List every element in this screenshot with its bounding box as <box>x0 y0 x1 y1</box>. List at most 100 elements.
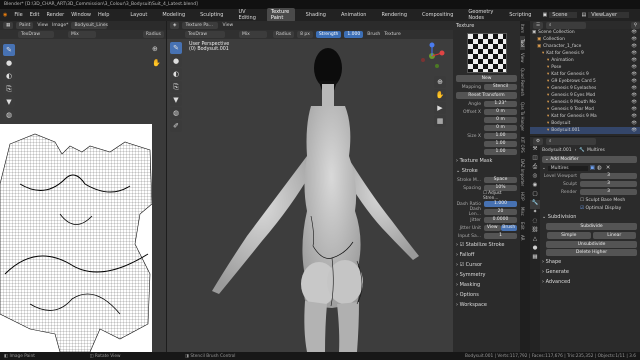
vp-mask-tool-icon[interactable]: ◍ <box>170 107 182 119</box>
constraints-props-icon[interactable]: ⛓ <box>530 227 540 236</box>
falloff-panel[interactable]: › Falloff <box>453 250 520 260</box>
zoom-icon[interactable]: ⊕ <box>152 45 158 53</box>
hand-icon[interactable]: ✋ <box>152 59 161 67</box>
draw-tool-icon[interactable]: ✎ <box>3 44 15 56</box>
visibility-eye-icon[interactable]: 👁 <box>631 44 637 49</box>
sculpt-base-mesh-checkbox[interactable]: ☐ Sculpt Base Mesh <box>530 196 640 204</box>
modifier-render-icon[interactable]: ◍ <box>597 165 602 171</box>
view-menu[interactable]: View <box>37 23 48 28</box>
viewport-blend-selector[interactable]: Mix <box>239 31 267 38</box>
optimal-display-checkbox[interactable]: ☑ Optimal Display <box>530 204 640 212</box>
tab-animation[interactable]: Animation <box>337 11 371 19</box>
tab-shading[interactable]: Shading <box>302 11 330 19</box>
vtab-item[interactable]: Item <box>520 21 525 36</box>
size-x-field[interactable]: 1.00 <box>484 133 517 139</box>
blend-selector[interactable]: Mix <box>68 31 96 38</box>
jitter-field[interactable]: 0.0000 <box>484 217 517 223</box>
vtab-edit[interactable]: Edit <box>520 219 525 233</box>
tab-sculpting[interactable]: Sculpting <box>196 11 227 19</box>
texture-props-icon[interactable]: ▦ <box>530 254 540 263</box>
visibility-eye-icon[interactable]: 👁 <box>631 107 637 112</box>
add-modifier-button[interactable]: ⌄ Add Modifier <box>542 156 637 163</box>
texture-panel-header[interactable]: Texture <box>453 21 520 31</box>
sculpt-field[interactable]: 3 <box>580 181 637 187</box>
viewport-brush-selector[interactable]: TexDraw <box>185 31 225 38</box>
brush-menu[interactable]: Brush <box>367 32 380 37</box>
scene-selector[interactable]: Scene <box>549 12 578 18</box>
outliner-item[interactable]: ▾ Bodysuit.001 👁 <box>530 127 640 134</box>
visibility-eye-icon[interactable]: 👁 <box>631 30 637 35</box>
texture-preview[interactable] <box>466 33 507 73</box>
viewport-editor-type[interactable]: ◈ <box>170 22 180 29</box>
vp-smear-tool-icon[interactable]: ◐ <box>170 68 182 80</box>
offset-y-field[interactable]: 0 m <box>484 117 517 123</box>
visibility-eye-icon[interactable]: 👁 <box>631 86 637 91</box>
viewport-mode-menu[interactable]: Texture Pa... <box>182 22 219 29</box>
viewport-radius-label[interactable]: Radius <box>273 31 295 38</box>
modifier-props-icon[interactable]: 🔧 <box>530 200 540 209</box>
clone-tool-icon[interactable]: ⎘ <box>3 83 15 95</box>
outliner-item[interactable]: ▾ Kat for Genesis 9 👁 <box>530 71 640 78</box>
visibility-eye-icon[interactable]: 👁 <box>631 100 637 105</box>
tool-props-icon[interactable]: ⚒ <box>530 146 540 155</box>
size-y-field[interactable]: 1.00 <box>484 141 517 147</box>
particles-props-icon[interactable]: ✦ <box>530 209 540 218</box>
tab-texture-paint[interactable]: Texture Paint <box>266 8 295 22</box>
offset-x-field[interactable]: 0 m <box>484 109 517 115</box>
outliner-item[interactable]: ▾ Genesis 9 Mouth Mo 👁 <box>530 99 640 106</box>
vp-annotate-tool-icon[interactable]: ✐ <box>170 120 182 132</box>
modifier-delete-icon[interactable]: ✕ <box>606 165 611 171</box>
linear-button[interactable]: Linear <box>592 232 636 239</box>
shape-panel[interactable]: › Shape <box>530 257 640 267</box>
zoom-view-icon[interactable]: ⊕ <box>434 76 446 88</box>
uv-texture-canvas[interactable] <box>0 124 153 352</box>
radius-field[interactable]: Radius <box>142 31 164 38</box>
tab-geometry-nodes[interactable]: Geometry Nodes <box>464 8 498 22</box>
visibility-eye-icon[interactable]: 👁 <box>631 79 637 84</box>
dash-length-field[interactable]: 20 <box>484 209 517 215</box>
blender-logo-icon[interactable]: ◉ <box>3 12 7 18</box>
visibility-eye-icon[interactable]: 👁 <box>631 121 637 126</box>
viewport-strength-label[interactable]: Strength <box>315 31 342 38</box>
visibility-eye-icon[interactable]: 👁 <box>631 114 637 119</box>
tab-compositing[interactable]: Compositing <box>418 11 457 19</box>
vtab-daz[interactable]: DAZ Importer <box>520 156 525 189</box>
subdivision-panel[interactable]: ⌄ Subdivision <box>530 212 640 222</box>
vtab-misc[interactable]: Misc <box>520 204 525 219</box>
options-panel[interactable]: › Options <box>453 290 520 300</box>
menu-help[interactable]: Help <box>98 12 109 18</box>
outliner-filter-icon[interactable]: ⚲ <box>630 21 640 29</box>
render-props-icon[interactable]: ◫ <box>530 155 540 164</box>
subdivide-button[interactable]: Subdivide <box>546 223 637 230</box>
vtab-qas[interactable]: Qas To Hanger <box>520 99 525 134</box>
adjust-strength-checkbox[interactable]: ☐ Adjust Stren... <box>483 191 517 201</box>
simple-button[interactable]: Simple <box>547 232 591 239</box>
fill-tool-icon[interactable]: ▼ <box>3 96 15 108</box>
vtab-quad-remesh[interactable]: Quad Remesh <box>520 65 525 99</box>
3d-viewport[interactable]: ◈ Texture Pa... View TexDraw Mix Radius … <box>167 21 453 352</box>
ortho-toggle-icon[interactable]: ▦ <box>434 115 446 127</box>
input-samples-field[interactable]: 1 <box>484 233 517 239</box>
image-name-field[interactable]: Bodysuit_Lines <box>71 22 108 29</box>
visibility-eye-icon[interactable]: 👁 <box>631 72 637 77</box>
tab-modeling[interactable]: Modeling <box>158 11 189 19</box>
paint-mode-menu[interactable]: Paint <box>16 22 34 29</box>
viewport-view-menu[interactable]: View <box>222 23 233 28</box>
generate-panel[interactable]: › Generate <box>530 267 640 277</box>
outliner-item[interactable]: ▾ Kat for Genesis 9 👁 <box>530 50 640 57</box>
new-texture-button[interactable]: New <box>456 75 517 82</box>
texture-mask-panel[interactable]: › Texture Mask <box>453 156 520 166</box>
outliner-item[interactable]: ▣ Character_1_face 👁 <box>530 43 640 50</box>
visibility-eye-icon[interactable]: 👁 <box>631 93 637 98</box>
render-field[interactable]: 3 <box>580 189 637 195</box>
viewport-radius-value[interactable]: 8 px <box>297 31 313 38</box>
size-z-field[interactable]: 1.00 <box>484 149 517 155</box>
visibility-eye-icon[interactable]: 👁 <box>631 65 637 70</box>
brush-selector[interactable]: TexDraw <box>18 31 54 38</box>
stabilize-panel[interactable]: › ☑ Stabilize Stroke <box>453 240 520 250</box>
jitter-unit-brush[interactable]: Brush <box>500 225 517 231</box>
menu-file[interactable]: File <box>14 12 22 18</box>
outliner-item[interactable]: ▾ Bodysuit 👁 <box>530 120 640 127</box>
outliner-item[interactable]: ▣ Scene Collection 👁 <box>530 29 640 36</box>
menu-render[interactable]: Render <box>46 12 64 18</box>
